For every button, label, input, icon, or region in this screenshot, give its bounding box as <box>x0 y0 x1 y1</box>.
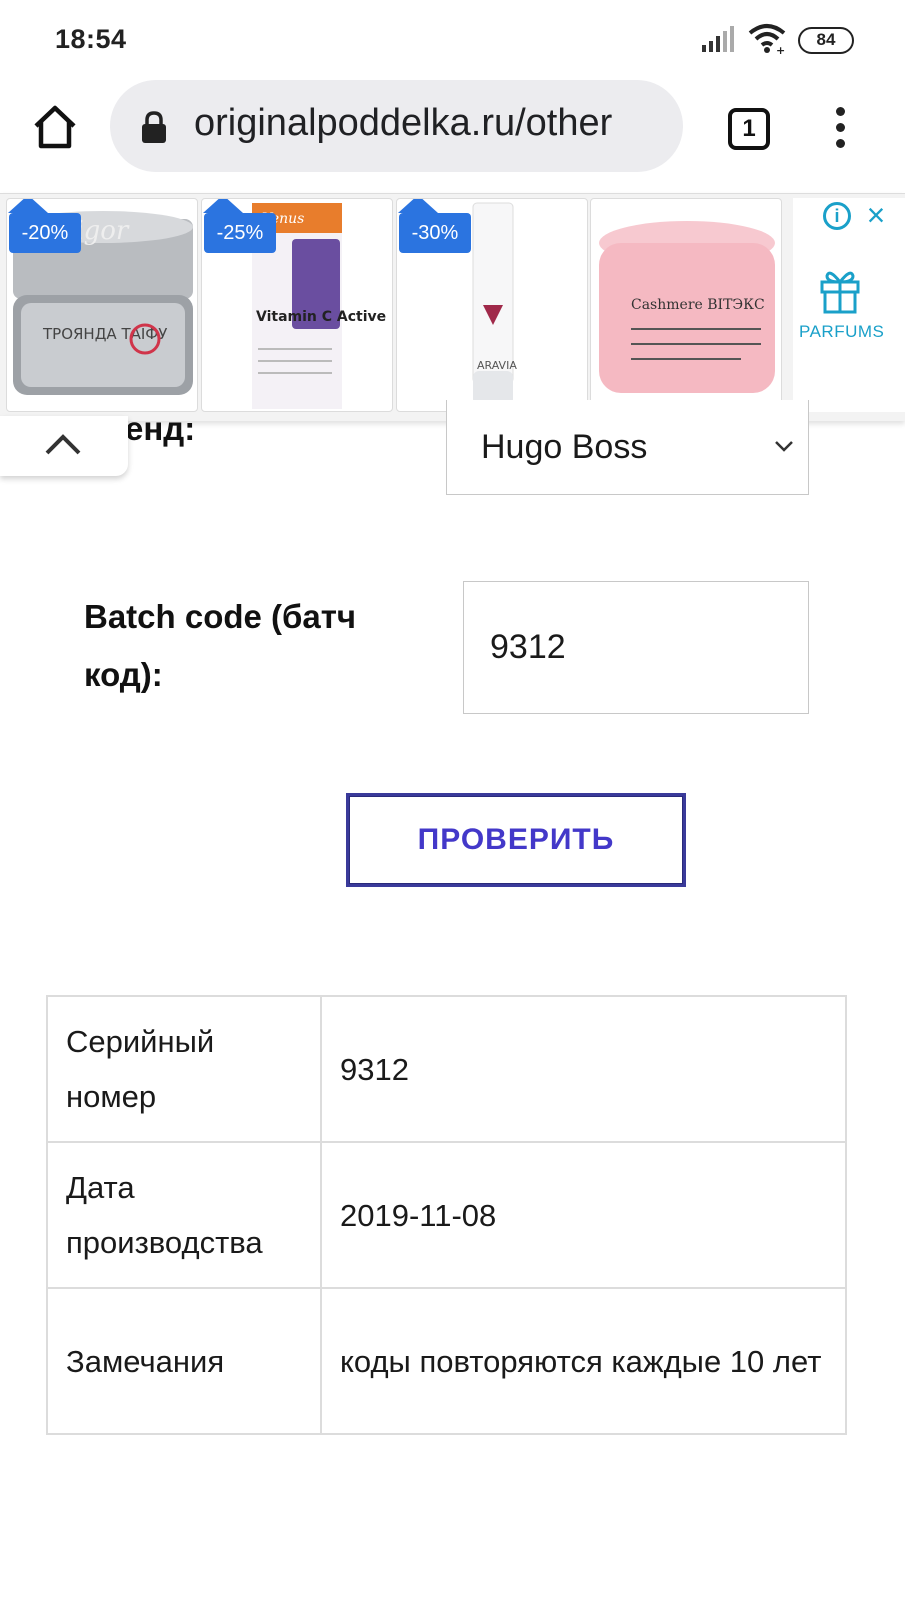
pink-jar-image: Cashmere ВІТЭКС <box>599 221 775 393</box>
table-cell-key: Замечания <box>46 1287 322 1435</box>
batch-code-value: 9312 <box>490 628 566 666</box>
tube-label: ARAVIA <box>477 359 517 372</box>
brand-select[interactable]: Hugo Boss <box>446 400 809 495</box>
table-cell-key: Серийный номер <box>46 995 322 1143</box>
status-bar: 18:54 + 84 <box>0 0 905 80</box>
table-cell-key: Дата производства <box>46 1141 322 1289</box>
ad-info-icon[interactable]: i <box>823 202 851 230</box>
ad-side-panel[interactable]: i × PARFUMS <box>793 198 905 412</box>
ad-product-card[interactable]: ARAVIA -30% <box>396 198 588 412</box>
ad-close-icon[interactable]: × <box>861 199 891 231</box>
browser-toolbar: originalpoddelka.ru/other 1 <box>0 80 905 190</box>
chevron-up-icon <box>45 434 81 455</box>
table-row: Замечания коды повторяются каждые 10 лет <box>46 1287 847 1435</box>
gift-icon <box>820 271 860 314</box>
serum-label: Vitamin C Active <box>256 309 386 325</box>
ad-product-card[interactable]: ТРОЯНДА ТАЇФУ ligor -20% <box>6 198 198 412</box>
brand-select-value: Hugo Boss <box>481 428 648 466</box>
chevron-down-icon <box>775 441 793 452</box>
ad-brand-label: PARFUMS <box>799 322 885 341</box>
table-cell-value: 2019-11-08 <box>320 1141 847 1289</box>
signal-icon <box>702 26 734 52</box>
discount-tag: -20% <box>8 199 81 253</box>
lock-icon <box>142 111 166 143</box>
svg-text:+: + <box>776 44 785 54</box>
batch-code-input[interactable]: 9312 <box>463 581 809 714</box>
table-cell-value: коды повторяются каждые 10 лет <box>320 1287 847 1435</box>
tabs-count-button[interactable]: 1 <box>728 108 770 150</box>
table-row: Серийный номер 9312 <box>46 995 847 1143</box>
table-cell-value: 9312 <box>320 995 847 1143</box>
ad-product-card[interactable]: Cashmere ВІТЭКС <box>590 198 782 412</box>
more-menu-icon[interactable] <box>828 104 852 152</box>
brand-label: енд: <box>125 410 196 447</box>
url-text[interactable]: originalpoddelka.ru/other <box>194 102 664 145</box>
ad-product-card[interactable]: Venus Vitamin C Active -25% <box>201 198 393 412</box>
wifi-icon: + <box>748 24 786 54</box>
table-row: Дата производства 2019-11-08 <box>46 1141 847 1289</box>
discount-tag: -30% <box>398 199 471 253</box>
batch-code-label: Batch code (батч код): <box>84 598 357 693</box>
pink-jar-label: Cashmere ВІТЭКС <box>631 297 765 313</box>
check-button[interactable]: ПРОВЕРИТЬ <box>346 793 686 887</box>
status-time: 18:54 <box>55 24 127 54</box>
battery-indicator: 84 <box>798 27 854 54</box>
collapse-ad-button[interactable] <box>0 416 128 476</box>
home-icon[interactable] <box>30 102 80 152</box>
address-bar[interactable]: originalpoddelka.ru/other <box>110 80 683 172</box>
discount-tag: -25% <box>203 199 276 253</box>
results-table: Серийный номер 9312 Дата производства 20… <box>46 995 847 1435</box>
ad-banner[interactable]: ТРОЯНДА ТАЇФУ ligor -20% Venus Vitamin C… <box>0 193 905 421</box>
